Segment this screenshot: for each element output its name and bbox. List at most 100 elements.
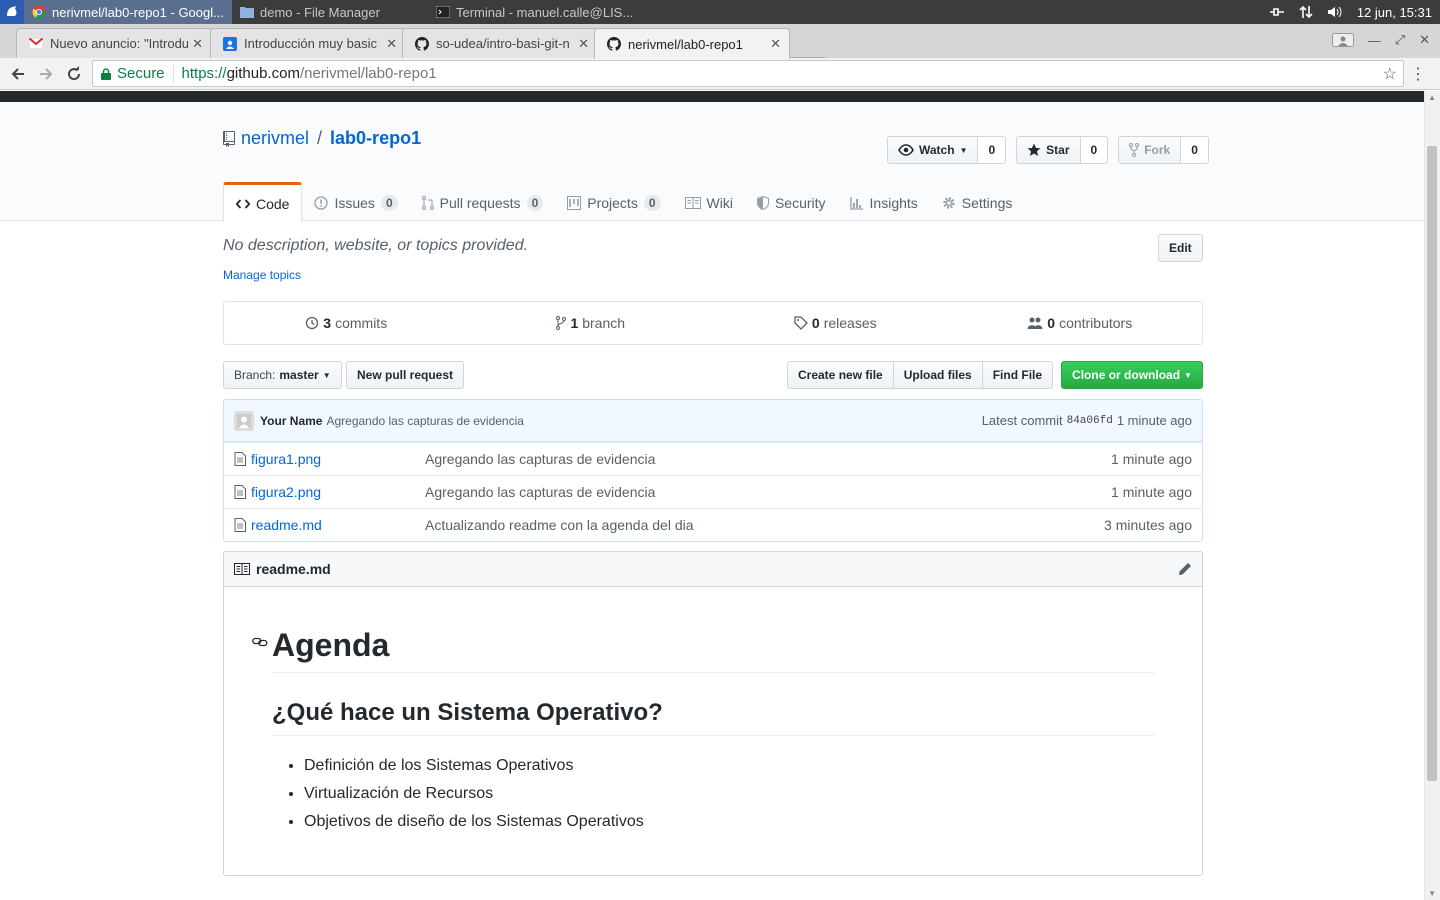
tab-code[interactable]: Code xyxy=(223,182,303,222)
watch-count[interactable]: 0 xyxy=(978,136,1007,164)
tab-title: so-udea/intro-basi-git-n xyxy=(436,36,570,51)
url-scheme: https:// xyxy=(181,65,227,82)
book-icon xyxy=(234,563,250,575)
file-name[interactable]: readme.md xyxy=(224,517,425,533)
browser-tab-active[interactable]: nerivmel/lab0-repo1 ✕ xyxy=(594,28,790,59)
tab-close-icon[interactable]: ✕ xyxy=(578,36,589,52)
star-button[interactable]: Star xyxy=(1016,136,1081,164)
file-commit-message[interactable]: Actualizando readme con la agenda del di… xyxy=(425,517,1104,533)
forward-button[interactable] xyxy=(32,60,60,88)
star-count[interactable]: 0 xyxy=(1080,136,1109,164)
url-text[interactable]: https://github.com/nerivmel/lab0-repo1 xyxy=(174,65,437,82)
start-menu-icon[interactable] xyxy=(0,0,24,24)
projects-counter: 0 xyxy=(643,195,661,211)
file-row: figura1.png Agregando las capturas de ev… xyxy=(224,442,1202,475)
releases-label: releases xyxy=(823,315,877,331)
tab-insights[interactable]: Insights xyxy=(838,182,930,221)
scrollbar-thumb[interactable] xyxy=(1427,146,1437,781)
reload-button[interactable] xyxy=(60,60,88,88)
pencil-icon[interactable] xyxy=(1178,562,1192,576)
create-new-file-button[interactable]: Create new file xyxy=(787,361,894,389)
scroll-up-icon[interactable]: ▲ xyxy=(1428,93,1436,102)
profile-icon[interactable] xyxy=(1331,33,1354,47)
taskbar-window-file-manager[interactable]: demo - File Manager xyxy=(232,0,428,24)
watch-button[interactable]: Watch ▼ xyxy=(887,136,979,164)
clone-or-download-button[interactable]: Clone or download ▼ xyxy=(1061,361,1203,389)
commit-sha[interactable]: 84a06fd xyxy=(1067,415,1113,427)
reload-icon xyxy=(68,65,81,80)
link-icon[interactable] xyxy=(252,637,268,647)
eye-icon xyxy=(898,144,914,156)
edit-description-button[interactable]: Edit xyxy=(1158,234,1203,262)
maximize-icon[interactable]: ⤢ xyxy=(1395,32,1405,48)
file-commit-message[interactable]: Agregando las capturas de evidencia xyxy=(425,451,1111,467)
tab-title: Introducción muy basic xyxy=(244,36,377,51)
shield-icon xyxy=(756,196,769,210)
security-chip[interactable]: Secure xyxy=(93,65,174,82)
tab-projects[interactable]: Projects 0 xyxy=(555,182,672,221)
repo-actions: Watch ▼ 0 Star 0 Fork 0 xyxy=(887,136,1209,164)
tab-settings[interactable]: Settings xyxy=(930,182,1025,221)
avatar[interactable] xyxy=(234,410,254,431)
issue-icon xyxy=(314,196,329,210)
tab-pull-requests[interactable]: Pull requests 0 xyxy=(410,182,556,221)
taskbar-window-chrome[interactable]: nerivmel/lab0-repo1 - Googl... xyxy=(24,0,232,24)
tab-security[interactable]: Security xyxy=(745,182,838,221)
browser-tab-gmail[interactable]: Nuevo anuncio: "Introdu ✕ xyxy=(16,28,212,58)
volume-icon[interactable] xyxy=(1327,5,1343,19)
tab-wiki[interactable]: Wiki xyxy=(673,182,745,221)
tab-label: Insights xyxy=(869,195,918,211)
history-icon xyxy=(306,316,319,330)
commit-author[interactable]: Your Name xyxy=(260,414,322,428)
minimize-icon[interactable]: — xyxy=(1368,33,1381,48)
scroll-down-icon[interactable]: ▼ xyxy=(1428,889,1436,898)
network-plug-icon[interactable] xyxy=(1269,6,1285,18)
file-name[interactable]: figura1.png xyxy=(224,451,425,467)
browser-menu-icon[interactable]: ⋮ xyxy=(1410,64,1426,84)
page-scrollbar[interactable]: ▲ ▼ xyxy=(1424,91,1440,900)
back-button[interactable] xyxy=(4,60,32,88)
file-actions: Create new file Upload files Find File xyxy=(787,361,1054,389)
commit-message[interactable]: Agregando las capturas de evidencia xyxy=(326,414,523,428)
new-pull-request-button[interactable]: New pull request xyxy=(346,361,465,389)
commit-age: 1 minute ago xyxy=(1116,413,1192,428)
repo-icon xyxy=(223,130,235,147)
tab-issues[interactable]: Issues 0 xyxy=(302,182,409,221)
commits-summary[interactable]: 3 commits xyxy=(224,302,469,344)
taskbar-window-label: Terminal - manuel.calle@LIS... xyxy=(455,4,634,20)
bookmark-star-icon[interactable]: ☆ xyxy=(1383,64,1397,84)
repo-title: nerivmel / lab0-repo1 xyxy=(223,128,421,149)
taskbar-window-terminal[interactable]: Terminal - manuel.calle@LIS... xyxy=(428,0,638,24)
address-toolbar: Secure https://github.com/nerivmel/lab0-… xyxy=(0,58,1440,90)
branch-summary[interactable]: 1 branch xyxy=(469,302,714,344)
file-name[interactable]: figura2.png xyxy=(224,484,425,500)
upload-files-button[interactable]: Upload files xyxy=(892,361,983,389)
manage-topics-link[interactable]: Manage topics xyxy=(223,268,301,282)
omnibox[interactable]: Secure https://github.com/nerivmel/lab0-… xyxy=(92,60,1404,87)
fork-button[interactable]: Fork xyxy=(1118,136,1182,164)
contributors-summary[interactable]: 0 contributors xyxy=(958,302,1203,344)
close-window-icon[interactable]: ✕ xyxy=(1419,32,1430,48)
star-label: Star xyxy=(1046,143,1070,157)
find-file-button[interactable]: Find File xyxy=(981,361,1054,389)
browser-tab-classroom[interactable]: Introducción muy basic ✕ xyxy=(210,28,406,58)
tab-close-icon[interactable]: ✕ xyxy=(386,36,397,52)
browser-tab-so-udea[interactable]: so-udea/intro-basi-git-n ✕ xyxy=(402,28,598,58)
releases-summary[interactable]: 0 releases xyxy=(713,302,958,344)
file-commit-message[interactable]: Agregando las capturas de evidencia xyxy=(425,484,1111,500)
repo-owner-link[interactable]: nerivmel xyxy=(241,128,309,149)
arrow-right-icon xyxy=(40,67,53,80)
repo-name-link[interactable]: lab0-repo1 xyxy=(330,128,421,149)
file-name-label: figura1.png xyxy=(251,451,322,467)
network-transfer-icon[interactable] xyxy=(1299,5,1313,19)
clock[interactable]: 12 jun, 15:31 xyxy=(1357,5,1432,20)
caret-down-icon: ▼ xyxy=(322,370,331,380)
file-age: 1 minute ago xyxy=(1111,484,1192,500)
readme-heading-1: Agenda xyxy=(252,587,1154,673)
list-item: Objetivos de diseño de los Sistemas Oper… xyxy=(304,808,1154,836)
github-page: nerivmel / lab0-repo1 Watch ▼ 0 Star 0 F… xyxy=(0,91,1424,900)
branch-select-button[interactable]: Branch: master ▼ xyxy=(223,361,342,389)
tab-close-icon[interactable]: ✕ xyxy=(770,36,781,52)
fork-count[interactable]: 0 xyxy=(1181,136,1209,164)
tab-close-icon[interactable]: ✕ xyxy=(192,36,203,52)
